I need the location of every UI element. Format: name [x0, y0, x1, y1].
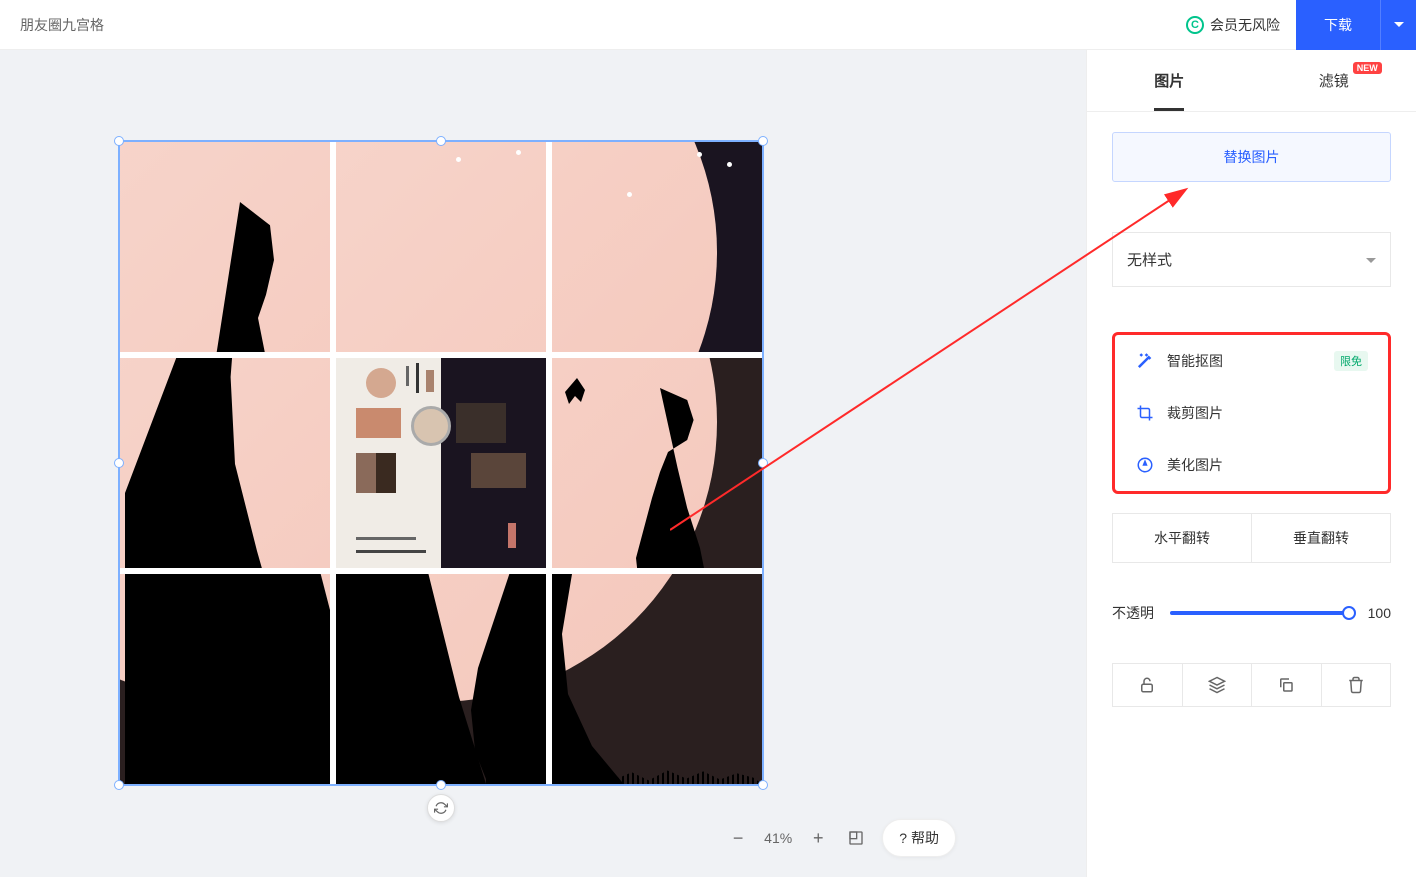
panel-tabs: 图片 滤镜 NEW — [1087, 50, 1416, 112]
grid-cell-6 — [552, 358, 762, 568]
flip-horizontal-button[interactable]: 水平翻转 — [1113, 514, 1251, 562]
layers-button[interactable] — [1182, 664, 1252, 706]
download-dropdown-button[interactable] — [1380, 0, 1416, 50]
fit-screen-button[interactable] — [844, 826, 868, 850]
grid-cell-4 — [120, 358, 330, 568]
magic-wand-icon — [1135, 351, 1155, 371]
header-bar: 朋友圈九宫格 C 会员无风险 下载 — [0, 0, 1416, 50]
rotate-icon — [434, 801, 448, 815]
lock-button[interactable] — [1113, 664, 1182, 706]
opacity-label: 不透明 — [1112, 603, 1158, 623]
resize-handle-bm[interactable] — [436, 780, 446, 790]
crop-image-button[interactable]: 裁剪图片 — [1115, 387, 1388, 439]
header-actions: C 会员无风险 下载 — [1186, 0, 1416, 50]
beautify-image-button[interactable]: 美化图片 — [1115, 439, 1388, 491]
replace-image-button[interactable]: 替换图片 — [1112, 132, 1391, 182]
flip-buttons: 水平翻转 垂直翻转 — [1112, 513, 1391, 563]
resize-handle-tr[interactable] — [758, 136, 768, 146]
chevron-down-icon — [1366, 251, 1376, 269]
grid-cell-7 — [120, 574, 330, 784]
canvas-area[interactable]: − 41% + ? 帮助 — [0, 50, 1086, 877]
grid-cell-8 — [336, 574, 546, 784]
image-tools-highlighted-box: 智能抠图 限免 裁剪图片 美化图片 — [1112, 332, 1391, 494]
opacity-slider[interactable] — [1170, 611, 1349, 615]
grid-cell-9 — [552, 574, 762, 784]
page-title: 朋友圈九宫格 — [20, 15, 104, 35]
question-icon: ? — [899, 830, 907, 846]
zoom-out-button[interactable]: − — [726, 826, 750, 850]
free-limited-tag: 限免 — [1334, 351, 1368, 371]
style-select-label: 无样式 — [1127, 249, 1172, 270]
opacity-control: 不透明 100 — [1112, 603, 1391, 623]
tab-filter[interactable]: 滤镜 NEW — [1252, 50, 1416, 111]
unlock-icon — [1138, 676, 1156, 694]
side-panel: 图片 滤镜 NEW 替换图片 无样式 智能 — [1086, 50, 1416, 877]
main-area: − 41% + ? 帮助 图片 滤镜 NEW 替换图片 — [0, 50, 1416, 877]
fullscreen-icon — [848, 830, 864, 846]
style-select-dropdown[interactable]: 无样式 — [1112, 232, 1391, 287]
resize-handle-br[interactable] — [758, 780, 768, 790]
resize-handle-tl[interactable] — [114, 136, 124, 146]
smart-cutout-button[interactable]: 智能抠图 限免 — [1115, 335, 1388, 387]
tab-image[interactable]: 图片 — [1087, 50, 1252, 111]
grid-cell-5-makeup — [336, 358, 546, 568]
vip-status[interactable]: C 会员无风险 — [1186, 15, 1280, 35]
copy-button[interactable] — [1251, 664, 1321, 706]
grid-cell-2 — [336, 142, 546, 352]
layers-icon — [1208, 676, 1226, 694]
help-label: 帮助 — [911, 828, 939, 848]
vip-check-icon: C — [1186, 16, 1204, 34]
download-button-group: 下载 — [1296, 0, 1416, 50]
download-button[interactable]: 下载 — [1296, 0, 1380, 50]
resize-handle-ml[interactable] — [114, 458, 124, 468]
canvas-toolbar: − 41% + ? 帮助 — [726, 819, 956, 857]
slider-thumb[interactable] — [1342, 606, 1356, 620]
vip-status-label: 会员无风险 — [1210, 15, 1280, 35]
opacity-value: 100 — [1361, 605, 1391, 621]
zoom-percentage[interactable]: 41% — [764, 830, 792, 846]
trash-icon — [1347, 676, 1365, 694]
image-selection[interactable] — [118, 140, 764, 786]
resize-handle-tm[interactable] — [436, 136, 446, 146]
chevron-down-icon — [1394, 22, 1404, 28]
grid-cell-1 — [120, 142, 330, 352]
resize-handle-bl[interactable] — [114, 780, 124, 790]
beautify-icon — [1135, 455, 1155, 475]
new-badge: NEW — [1353, 62, 1382, 74]
copy-icon — [1277, 676, 1295, 694]
flip-vertical-button[interactable]: 垂直翻转 — [1251, 514, 1390, 562]
resize-handle-mr[interactable] — [758, 458, 768, 468]
nine-grid — [120, 142, 762, 784]
grid-cell-3 — [552, 142, 762, 352]
crop-icon — [1135, 403, 1155, 423]
rotate-handle[interactable] — [427, 794, 455, 822]
help-button[interactable]: ? 帮助 — [882, 819, 956, 857]
delete-button[interactable] — [1321, 664, 1391, 706]
zoom-in-button[interactable]: + — [806, 826, 830, 850]
layer-action-icons — [1112, 663, 1391, 707]
panel-content: 替换图片 无样式 智能抠图 限免 — [1087, 112, 1416, 727]
